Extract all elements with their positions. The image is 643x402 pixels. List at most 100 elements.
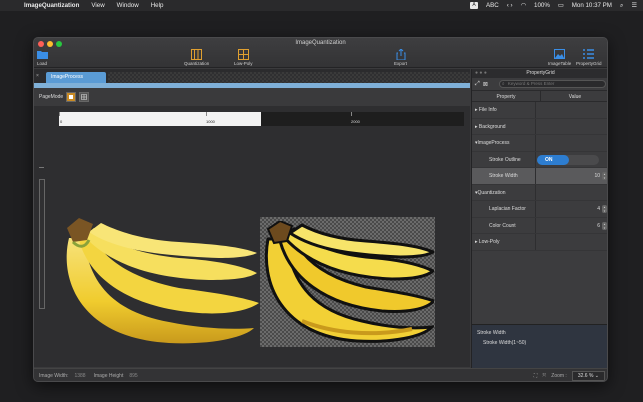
property-search-input[interactable]: ⌕ Keyword & Press Enter — [498, 80, 606, 88]
category-label: File Info — [478, 107, 497, 113]
property-grid-button[interactable]: PropertyGrid — [576, 48, 602, 66]
property-stroke-width[interactable]: Stroke Width 10 ▴ ▾ — [472, 168, 607, 185]
zoom-label: Zoom : — [551, 373, 567, 379]
battery-percent[interactable]: 100% — [534, 2, 550, 9]
tab-underline — [34, 83, 470, 88]
image-width-label: Image Width: — [39, 373, 69, 379]
actual-size-icon[interactable]: ⤧ — [542, 373, 546, 379]
titlebar: ImageQuantization Load Quantization Low-… — [34, 38, 607, 68]
vertical-slider[interactable] — [39, 179, 45, 309]
property-grid-titlebar: ● ● ● PropertyGrid — [472, 69, 607, 78]
category-low-poly[interactable]: ▸ Low-Poly — [472, 234, 607, 251]
category-label: Quantization — [477, 189, 506, 196]
property-grid-header: Property Value — [472, 90, 607, 102]
category-label: ImageProcess — [477, 140, 510, 146]
image-canvas[interactable]: 0 1000 2000 — [34, 106, 470, 367]
search-placeholder: Keyword & Press Enter — [507, 81, 555, 86]
quantization-button[interactable]: Quantization — [184, 48, 209, 66]
property-column-header[interactable]: Property — [472, 91, 541, 101]
color-count-stepper[interactable]: ▴ ▾ — [602, 221, 607, 230]
single-page-mode-button[interactable] — [66, 92, 77, 102]
quantization-label: Quantization — [184, 61, 210, 66]
list-icon — [583, 48, 595, 60]
property-stroke-outline: Stroke Outline ON — [472, 151, 607, 168]
quantization-icon — [191, 48, 203, 60]
disclosure-right-icon: ▸ — [475, 239, 478, 245]
property-label: Stroke Width — [472, 168, 536, 184]
load-button[interactable]: Load — [36, 48, 48, 66]
property-grid-label: PropertyGrid — [576, 61, 602, 66]
menu-help[interactable]: Help — [151, 2, 164, 9]
grid-page-mode-button[interactable] — [79, 92, 90, 102]
image-table-button[interactable]: ImageTable — [548, 48, 571, 66]
ruler-dark-region — [261, 112, 464, 126]
clock[interactable]: Mon 10:37 PM — [572, 2, 612, 9]
category-quantization[interactable]: ▾Quantization — [472, 184, 607, 201]
zoom-select[interactable]: 32.6 % ⌄ — [571, 371, 605, 381]
collapse-all-icon[interactable]: ⊠ — [483, 81, 488, 88]
category-background[interactable]: ▸ Background — [472, 118, 607, 135]
property-grid-toolbar: ⤢ ⊠ ⌕ Keyword & Press Enter — [472, 78, 607, 90]
category-imageprocess[interactable]: ▾ImageProcess — [472, 135, 607, 152]
menu-list-icon[interactable]: ☰ — [631, 2, 637, 9]
property-label: Color Count — [472, 217, 536, 233]
low-poly-icon — [237, 48, 249, 60]
image-width-value: 1388 — [74, 373, 86, 379]
menu-window[interactable]: Window — [117, 2, 139, 9]
export-button[interactable]: Export — [394, 48, 407, 66]
page-mode-label: PageMode — [39, 94, 64, 100]
property-label: Stroke Outline — [472, 151, 536, 167]
toggle-on-label: ON — [537, 154, 569, 165]
window-title: ImageQuantization — [295, 40, 346, 46]
tab-imageprocess[interactable]: ImageProcess — [46, 72, 106, 83]
document-tab-bar: × ImageProcess — [34, 69, 470, 83]
disclosure-right-icon: ▸ — [475, 107, 478, 113]
grid-view-icon — [81, 94, 87, 100]
stroke-width-stepper[interactable]: ▴ ▾ — [602, 172, 607, 180]
export-label: Export — [394, 61, 408, 66]
vertical-ruler-tick — [39, 167, 44, 168]
category-file-info[interactable]: ▸ File Info — [472, 102, 607, 119]
load-label: Load — [36, 61, 47, 66]
status-bar: Image Width: 1388 Image Height 895 ⛶ ⤧ Z… — [34, 368, 607, 381]
code-icon[interactable]: ‹ › — [507, 2, 513, 9]
zoom-value: 32.6 % — [577, 373, 594, 379]
search-icon[interactable]: ⌕ — [620, 2, 623, 10]
menu-view[interactable]: View — [91, 2, 104, 9]
property-color-count[interactable]: Color Count 6 ▴ ▾ — [472, 217, 607, 234]
wifi-icon[interactable]: ◠ — [521, 2, 526, 9]
panel-controls-icon[interactable]: ● ● ● — [475, 69, 487, 78]
stroke-outline-toggle[interactable]: ON — [537, 154, 599, 165]
tab-close-icon[interactable]: × — [36, 73, 39, 79]
laplacian-factor-value[interactable]: 4 — [597, 201, 600, 217]
category-label: Background — [478, 123, 506, 130]
color-count-value[interactable]: 6 — [597, 218, 600, 234]
description-title: Stroke Width — [477, 330, 506, 336]
horizontal-ruler: 0 1000 2000 — [59, 112, 464, 126]
low-poly-button[interactable]: Low-Poly — [234, 48, 253, 66]
property-laplacian-factor[interactable]: Laplacian Factor 4 ▴ ▾ — [472, 201, 607, 218]
property-grid-panel: ● ● ● PropertyGrid ⤢ ⊠ ⌕ Keyword & Press… — [471, 69, 607, 368]
value-column-header[interactable]: Value — [541, 91, 607, 101]
search-icon: ⌕ — [501, 81, 505, 87]
disclosure-right-icon: ▸ — [475, 123, 478, 130]
expand-all-icon[interactable]: ⤢ — [475, 81, 480, 88]
image-table-label: ImageTable — [548, 61, 572, 66]
fit-to-window-icon[interactable]: ⛶ — [534, 373, 538, 379]
property-label: Laplacian Factor — [472, 201, 536, 217]
image-height-value: 895 — [129, 373, 138, 379]
laplacian-factor-stepper[interactable]: ▴ ▾ — [602, 205, 607, 213]
menu-app-name[interactable]: ImageQuantization — [24, 2, 79, 9]
menu-bar: ImageQuantization View Window Help A ABC… — [0, 0, 643, 11]
low-poly-label: Low-Poly — [234, 61, 253, 66]
app-window: ImageQuantization Load Quantization Low-… — [33, 37, 608, 382]
stroke-width-value[interactable]: 10 — [594, 168, 600, 184]
property-grid-title: PropertyGrid — [526, 70, 555, 76]
battery-icon[interactable]: ▭ — [558, 2, 564, 9]
description-text: Stroke Width(1~50) — [483, 340, 527, 346]
image-icon — [554, 48, 566, 60]
processed-banana-image — [264, 221, 434, 343]
folder-icon — [36, 48, 48, 60]
input-source[interactable]: ABC — [486, 2, 499, 9]
input-badge[interactable]: A — [470, 2, 479, 9]
